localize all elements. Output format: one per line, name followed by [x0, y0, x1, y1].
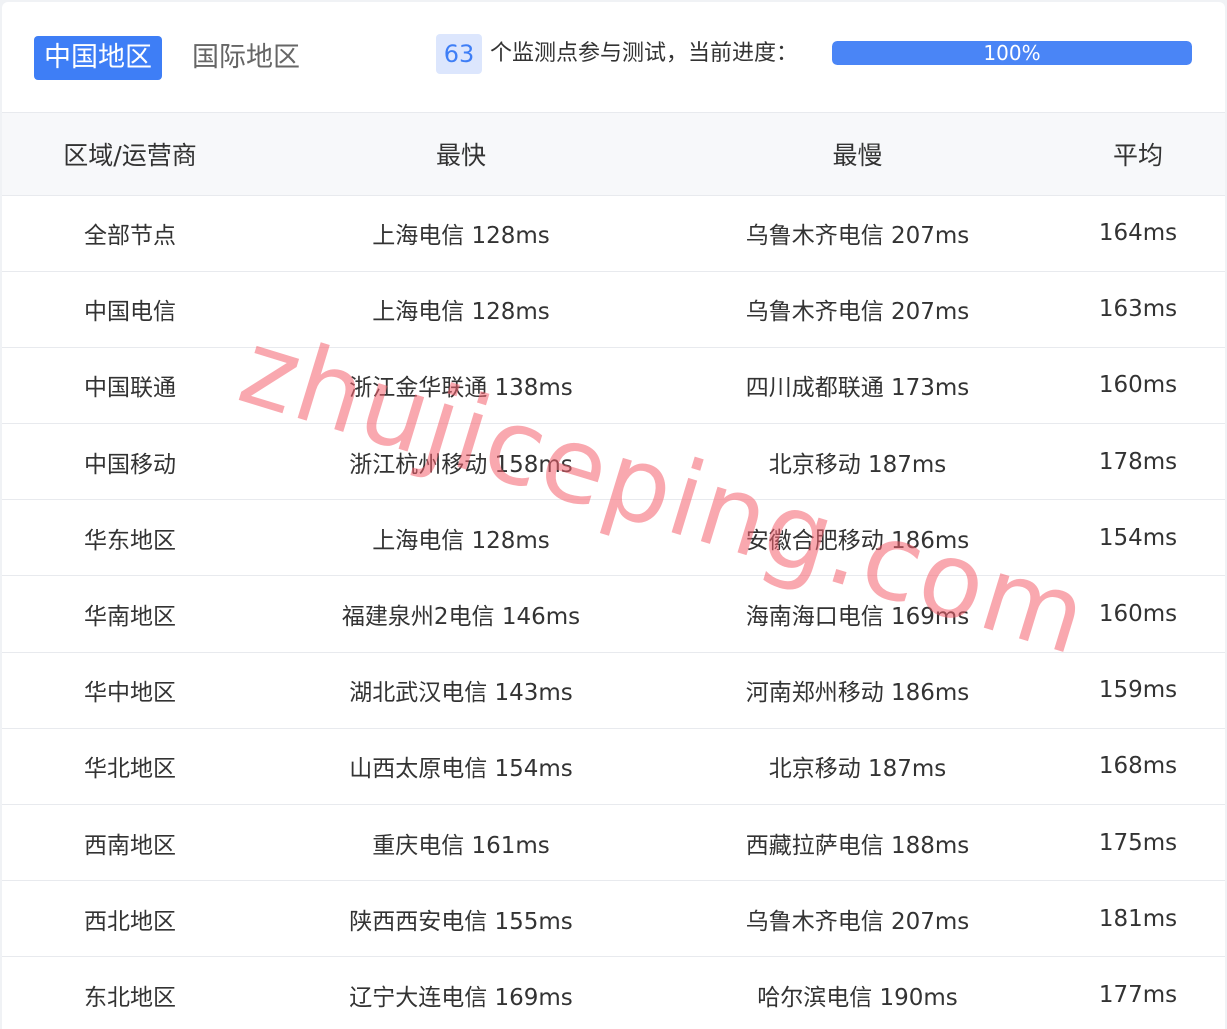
fastest-cell: 重庆电信 161ms	[258, 804, 664, 882]
fastest-cell: 浙江杭州移动 158ms	[258, 423, 664, 501]
region-cell: 西北地区	[2, 880, 258, 958]
tab-international-region[interactable]: 国际地区	[182, 36, 310, 80]
table-row: 西南地区 重庆电信 161ms 西藏拉萨电信 188ms 175ms	[2, 804, 1225, 882]
speed-test-panel: 中国地区 国际地区 63 个监测点参与测试，当前进度： 100% 区域/运营商最…	[2, 2, 1225, 1029]
table-row: 中国移动 浙江杭州移动 158ms 北京移动 187ms 178ms	[2, 423, 1225, 501]
fastest-cell: 上海电信 128ms	[258, 499, 664, 577]
column-header: 区域/运营商	[2, 113, 258, 196]
table-row: 华南地区 福建泉州2电信 146ms 海南海口电信 169ms 160ms	[2, 575, 1225, 653]
table-row: 中国电信 上海电信 128ms 乌鲁木齐电信 207ms 163ms	[2, 271, 1225, 348]
region-cell: 华南地区	[2, 575, 258, 653]
region-cell: 华东地区	[2, 499, 258, 577]
slowest-cell: 安徽合肥移动 186ms	[664, 499, 1051, 577]
average-cell: 181ms	[1051, 880, 1225, 958]
table-row: 华北地区 山西太原电信 154ms 北京移动 187ms 168ms	[2, 728, 1225, 806]
region-cell: 华中地区	[2, 652, 258, 729]
column-header: 最慢	[664, 113, 1051, 196]
progress-bar: 100%	[832, 41, 1192, 65]
table-row: 华东地区 上海电信 128ms 安徽合肥移动 186ms 154ms	[2, 499, 1225, 577]
fastest-cell: 福建泉州2电信 146ms	[258, 575, 664, 653]
average-cell: 177ms	[1051, 956, 1225, 1029]
slowest-cell: 四川成都联通 173ms	[664, 347, 1051, 425]
region-cell: 中国联通	[2, 347, 258, 425]
slowest-cell: 哈尔滨电信 190ms	[664, 956, 1051, 1029]
region-cell: 中国电信	[2, 271, 258, 348]
table-row: 西北地区 陕西西安电信 155ms 乌鲁木齐电信 207ms 181ms	[2, 880, 1225, 958]
average-cell: 168ms	[1051, 728, 1225, 806]
slowest-cell: 乌鲁木齐电信 207ms	[664, 195, 1051, 272]
fastest-cell: 陕西西安电信 155ms	[258, 880, 664, 958]
region-cell: 中国移动	[2, 423, 258, 501]
table-row: 华中地区 湖北武汉电信 143ms 河南郑州移动 186ms 159ms	[2, 652, 1225, 729]
average-cell: 160ms	[1051, 575, 1225, 653]
region-cell: 华北地区	[2, 728, 258, 806]
fastest-cell: 辽宁大连电信 169ms	[258, 956, 664, 1029]
slowest-cell: 海南海口电信 169ms	[664, 575, 1051, 653]
table-row: 全部节点 上海电信 128ms 乌鲁木齐电信 207ms 164ms	[2, 195, 1225, 272]
fastest-cell: 湖北武汉电信 143ms	[258, 652, 664, 729]
table-header-row: 区域/运营商 最快 最慢 平均	[2, 113, 1225, 196]
region-toolbar: 中国地区 国际地区 63 个监测点参与测试，当前进度： 100%	[2, 2, 1225, 113]
column-header: 最快	[258, 113, 664, 196]
monitor-count-badge: 63	[436, 34, 482, 74]
progress-label: 100%	[983, 41, 1041, 65]
region-cell: 西南地区	[2, 804, 258, 882]
average-cell: 164ms	[1051, 195, 1225, 272]
column-header: 平均	[1051, 113, 1225, 196]
table-row: 中国联通 浙江金华联通 138ms 四川成都联通 173ms 160ms	[2, 347, 1225, 425]
slowest-cell: 北京移动 187ms	[664, 423, 1051, 501]
latency-table: 区域/运营商 最快 最慢 平均 全部节点 上海电信 128ms 乌鲁木齐电信 207ms 1…	[2, 113, 1225, 1029]
average-cell: 160ms	[1051, 347, 1225, 425]
slowest-cell: 乌鲁木齐电信 207ms	[664, 880, 1051, 958]
slowest-cell: 西藏拉萨电信 188ms	[664, 804, 1051, 882]
fastest-cell: 上海电信 128ms	[258, 271, 664, 348]
table-body: 全部节点 上海电信 128ms 乌鲁木齐电信 207ms 164ms 中国电信 上海电信 …	[2, 195, 1225, 1029]
fastest-cell: 上海电信 128ms	[258, 195, 664, 272]
average-cell: 175ms	[1051, 804, 1225, 882]
tab-china-region[interactable]: 中国地区	[34, 36, 162, 80]
average-cell: 178ms	[1051, 423, 1225, 501]
fastest-cell: 浙江金华联通 138ms	[258, 347, 664, 425]
fastest-cell: 山西太原电信 154ms	[258, 728, 664, 806]
slowest-cell: 乌鲁木齐电信 207ms	[664, 271, 1051, 348]
region-cell: 东北地区	[2, 956, 258, 1029]
average-cell: 163ms	[1051, 271, 1225, 348]
average-cell: 159ms	[1051, 652, 1225, 729]
average-cell: 154ms	[1051, 499, 1225, 577]
progress-description: 个监测点参与测试，当前进度：	[490, 41, 799, 66]
slowest-cell: 河南郑州移动 186ms	[664, 652, 1051, 729]
region-cell: 全部节点	[2, 195, 258, 272]
slowest-cell: 北京移动 187ms	[664, 728, 1051, 806]
table-row: 东北地区 辽宁大连电信 169ms 哈尔滨电信 190ms 177ms	[2, 956, 1225, 1029]
